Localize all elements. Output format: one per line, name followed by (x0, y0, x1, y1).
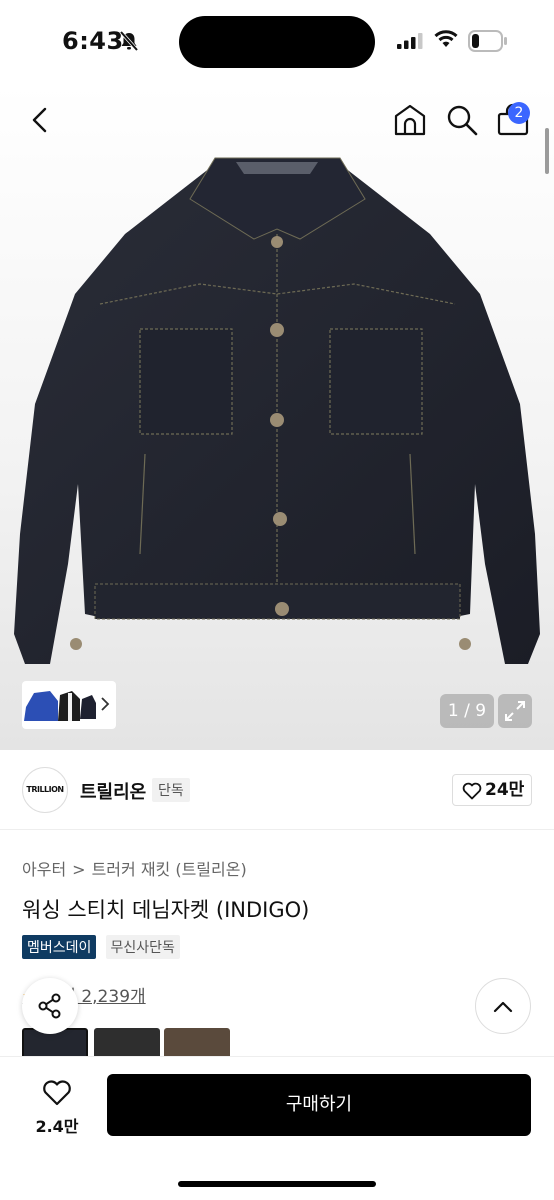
product-tags: 멤버스데이 무신사단독 (22, 935, 184, 959)
brand-name[interactable]: 트릴리온 (80, 778, 146, 804)
favorite-count: 2.4만 (35, 1117, 79, 1136)
bell-muted-icon (119, 30, 139, 52)
back-arrow-icon[interactable] (24, 104, 56, 136)
breadcrumb-category[interactable]: 아우터 (22, 860, 66, 879)
tag-members-day: 멤버스데이 (22, 935, 97, 959)
status-time: 6:43 (62, 27, 124, 55)
color-option-black[interactable] (94, 1028, 160, 1058)
gallery-total: 9 (475, 701, 487, 721)
gallery-separator: / (464, 701, 470, 721)
exclusive-badge: 단독 (152, 778, 190, 802)
color-option-brown[interactable] (164, 1028, 230, 1058)
bottom-action-bar: 2.4만 구매하기 (0, 1056, 554, 1200)
breadcrumb: 아우터 > 트러커 재킷 (트릴리온) (22, 856, 247, 880)
favorite-button[interactable]: 2.4만 (24, 1075, 90, 1141)
brand-like-button[interactable]: 24만 (452, 774, 532, 806)
product-image-gallery[interactable] (0, 84, 554, 750)
gallery-page-counter: 1 / 9 (440, 694, 494, 728)
scroll-to-top-button[interactable] (475, 978, 531, 1034)
battery-icon (468, 30, 507, 52)
scrollbar[interactable] (545, 128, 549, 174)
home-icon[interactable] (392, 102, 428, 138)
status-bar: 6:43 (0, 0, 554, 84)
top-navigation: 2 (0, 84, 554, 156)
chevron-right-icon (101, 697, 110, 711)
brand-logo[interactable]: TRILLION (22, 767, 68, 813)
chevron-up-icon (493, 1001, 513, 1013)
search-icon[interactable] (444, 102, 480, 138)
cart-count-badge: 2 (508, 102, 530, 124)
wifi-icon (434, 30, 458, 47)
buy-button[interactable]: 구매하기 (107, 1074, 531, 1136)
heart-icon (43, 1080, 71, 1106)
gallery-current-index: 1 (447, 701, 459, 721)
dynamic-island (179, 16, 375, 68)
product-title: 워싱 스티치 데님자켓 (INDIGO) (22, 898, 310, 922)
brand-row: TRILLION 트릴리온 단독 24만 (0, 750, 554, 830)
breadcrumb-separator: > (72, 860, 86, 879)
home-indicator (178, 1181, 376, 1187)
expand-gallery-button[interactable] (498, 694, 532, 728)
product-photo (14, 157, 540, 664)
heart-icon (462, 782, 482, 800)
gallery-thumbnail-strip[interactable] (22, 681, 116, 729)
share-button[interactable] (22, 978, 78, 1034)
share-icon (38, 993, 61, 1019)
tag-musinsa-exclusive: 무신사단독 (105, 935, 180, 959)
breadcrumb-subcategory[interactable]: 트러커 재킷 (트릴리온) (92, 860, 247, 879)
brand-like-count: 24만 (485, 780, 525, 800)
cellular-signal-icon (397, 33, 423, 49)
expand-icon (505, 701, 525, 721)
